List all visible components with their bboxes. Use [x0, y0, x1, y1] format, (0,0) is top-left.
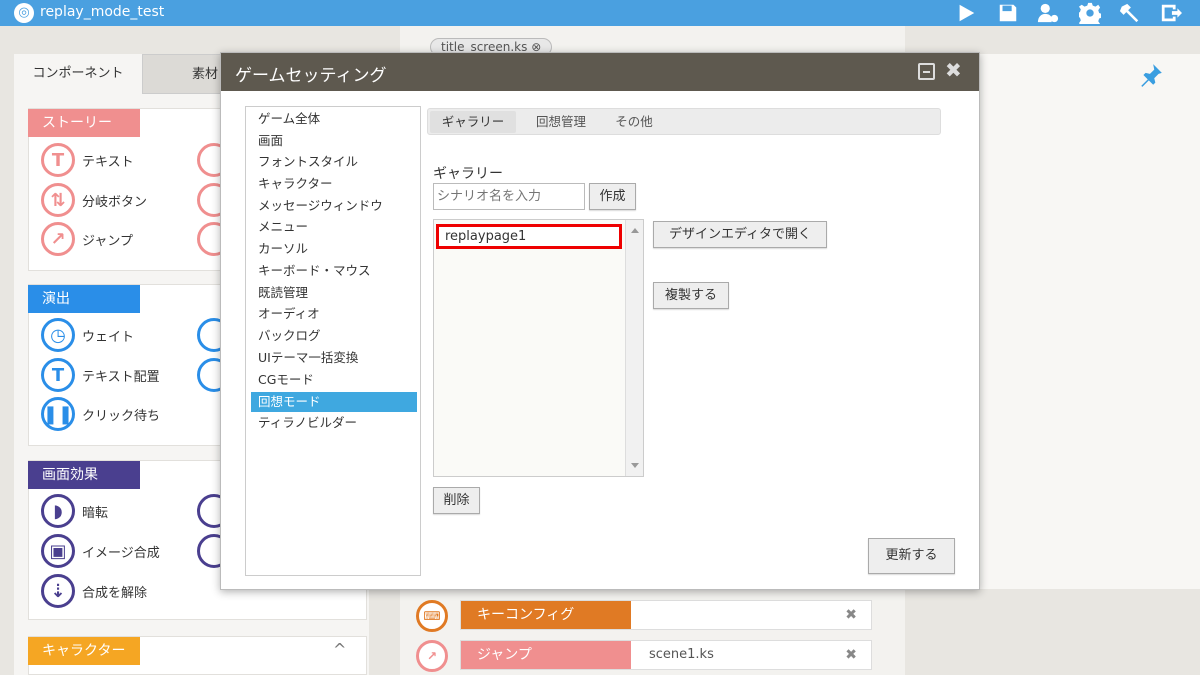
component-label: ウェイト [82, 329, 135, 345]
text-position-icon: T [41, 358, 75, 392]
component-label: クリック待ち [82, 408, 161, 424]
menu-item[interactable]: ティラノビルダー [251, 413, 417, 433]
mask-icon[interactable] [197, 494, 221, 528]
tab-replay-management[interactable]: 回想管理 [526, 111, 596, 133]
tab-other[interactable]: その他 [606, 111, 662, 133]
export-icon[interactable] [1155, 0, 1187, 26]
component-click-wait[interactable]: ❚❚ クリック待ち [41, 397, 160, 431]
app-title: replay_mode_test [40, 4, 165, 20]
tab-components[interactable]: コンポーネント [14, 54, 142, 94]
release-icon: ⇣ [41, 574, 75, 608]
component-wait[interactable]: ◷ ウェイト [41, 318, 134, 352]
scroll-down-icon[interactable] [631, 463, 639, 468]
jump-icon: ↗ [416, 640, 448, 672]
category-header-screen-effects[interactable]: 画面効果 [28, 461, 140, 489]
component-jump[interactable]: ↗ ジャンプ [41, 222, 133, 256]
script-row-label: ジャンプ [461, 641, 631, 669]
category-header-character[interactable]: キャラクター [28, 637, 140, 665]
menu-item[interactable]: カーソル [251, 239, 417, 259]
delete-row-icon[interactable]: ✖ [845, 607, 857, 623]
component-label: 分岐ボタン [82, 194, 148, 210]
tab-gallery[interactable]: ギャラリー [430, 111, 516, 133]
script-row[interactable]: キーコンフィグ ✖ [460, 600, 872, 630]
label-icon[interactable] [197, 222, 221, 256]
delete-button[interactable]: 削除 [433, 487, 480, 514]
menu-item[interactable]: UIテーマ一括変換 [251, 348, 417, 368]
menu-item[interactable]: ゲーム全体 [251, 109, 417, 129]
update-button[interactable]: 更新する [868, 538, 955, 574]
game-settings-dialog: ゲームセッティング ✖ ゲーム全体 画面 フォントスタイル キャラクター メッセ… [220, 52, 980, 590]
menu-item[interactable]: バックログ [251, 326, 417, 346]
top-bar: ◎ replay_mode_test [0, 0, 1200, 26]
close-icon[interactable]: ✖ [945, 58, 962, 82]
script-row-label: キーコンフィグ [461, 601, 631, 629]
menu-item[interactable]: メッセージウィンドウ [251, 196, 417, 216]
flag-icon[interactable] [197, 183, 221, 217]
component-branch-button[interactable]: ⇅ 分岐ボタン [41, 183, 147, 217]
settings-menu: ゲーム全体 画面 フォントスタイル キャラクター メッセージウィンドウ メニュー… [245, 106, 421, 576]
dialog-header: ゲームセッティング ✖ [221, 53, 979, 91]
component-blackout[interactable]: ◗ 暗転 [41, 494, 108, 528]
image-icon: ▣ [41, 534, 75, 568]
user-settings-icon[interactable] [1032, 0, 1064, 26]
eraser-icon[interactable] [197, 318, 221, 352]
dialog-tabs: ギャラリー 回想管理 その他 [427, 108, 941, 135]
menu-item[interactable]: フォントスタイル [251, 152, 417, 172]
category-header-effects[interactable]: 演出 [28, 285, 140, 313]
menu-item[interactable]: キーボード・マウス [251, 261, 417, 281]
component-text-position[interactable]: T テキスト配置 [41, 358, 160, 392]
pin-icon[interactable] [1138, 62, 1164, 88]
keyboard-icon: ⌨ [416, 600, 448, 632]
component-label: 合成を解除 [82, 585, 148, 601]
script-row-param: scene1.ks [649, 647, 714, 662]
clock-icon: ◷ [41, 318, 75, 352]
menu-item[interactable]: オーディオ [251, 304, 417, 324]
gallery-list[interactable]: replaypage1 [433, 219, 644, 477]
movie-icon[interactable] [197, 534, 221, 568]
component-label: テキスト [82, 154, 134, 170]
menu-item[interactable]: メニュー [251, 217, 417, 237]
menu-item[interactable]: キャラクター [251, 174, 417, 194]
right-panel [980, 54, 1200, 589]
save-icon[interactable] [992, 0, 1024, 26]
dialog-title: ゲームセッティング [235, 66, 387, 86]
menu-item-selected[interactable]: 回想モード [251, 392, 417, 412]
menu-item[interactable]: 画面 [251, 131, 417, 151]
duplicate-button[interactable]: 複製する [653, 282, 729, 309]
gallery-label: ギャラリー [433, 166, 503, 182]
build-icon[interactable] [1114, 0, 1146, 26]
menu-item[interactable]: CGモード [251, 370, 417, 390]
app-logo-icon: ◎ [14, 3, 34, 23]
collapse-icon[interactable]: ^ [333, 640, 346, 659]
jump-icon: ↗ [41, 222, 75, 256]
component-release-compose[interactable]: ⇣ 合成を解除 [41, 574, 147, 608]
list-scrollbar[interactable] [625, 220, 643, 476]
component-label: 暗転 [82, 505, 109, 521]
delete-row-icon[interactable]: ✖ [845, 647, 857, 663]
component-label: テキスト配置 [82, 369, 160, 385]
scenario-name-input[interactable] [433, 183, 585, 210]
component-image-compose[interactable]: ▣ イメージ合成 [41, 534, 160, 568]
back-arrow-icon[interactable] [197, 143, 221, 177]
scroll-up-icon[interactable] [631, 228, 639, 233]
minimize-icon[interactable] [918, 63, 935, 80]
menu-item[interactable]: 既読管理 [251, 283, 417, 303]
text-layout-icon[interactable] [197, 358, 221, 392]
list-item[interactable]: replaypage1 [436, 224, 622, 249]
create-button[interactable]: 作成 [589, 183, 636, 210]
pause-icon: ❚❚ [41, 397, 75, 431]
category-header-story[interactable]: ストーリー [28, 109, 140, 137]
shield-icon: ◗ [41, 494, 75, 528]
play-icon[interactable] [950, 0, 982, 26]
script-row[interactable]: ジャンプ scene1.ks ✖ [460, 640, 872, 670]
gear-icon[interactable] [1074, 0, 1106, 26]
component-text[interactable]: T テキスト [41, 143, 134, 177]
component-label: イメージ合成 [82, 545, 160, 561]
branch-icon: ⇅ [41, 183, 75, 217]
open-design-editor-button[interactable]: デザインエディタで開く [653, 221, 827, 248]
component-label: ジャンプ [82, 233, 133, 249]
text-icon: T [41, 143, 75, 177]
